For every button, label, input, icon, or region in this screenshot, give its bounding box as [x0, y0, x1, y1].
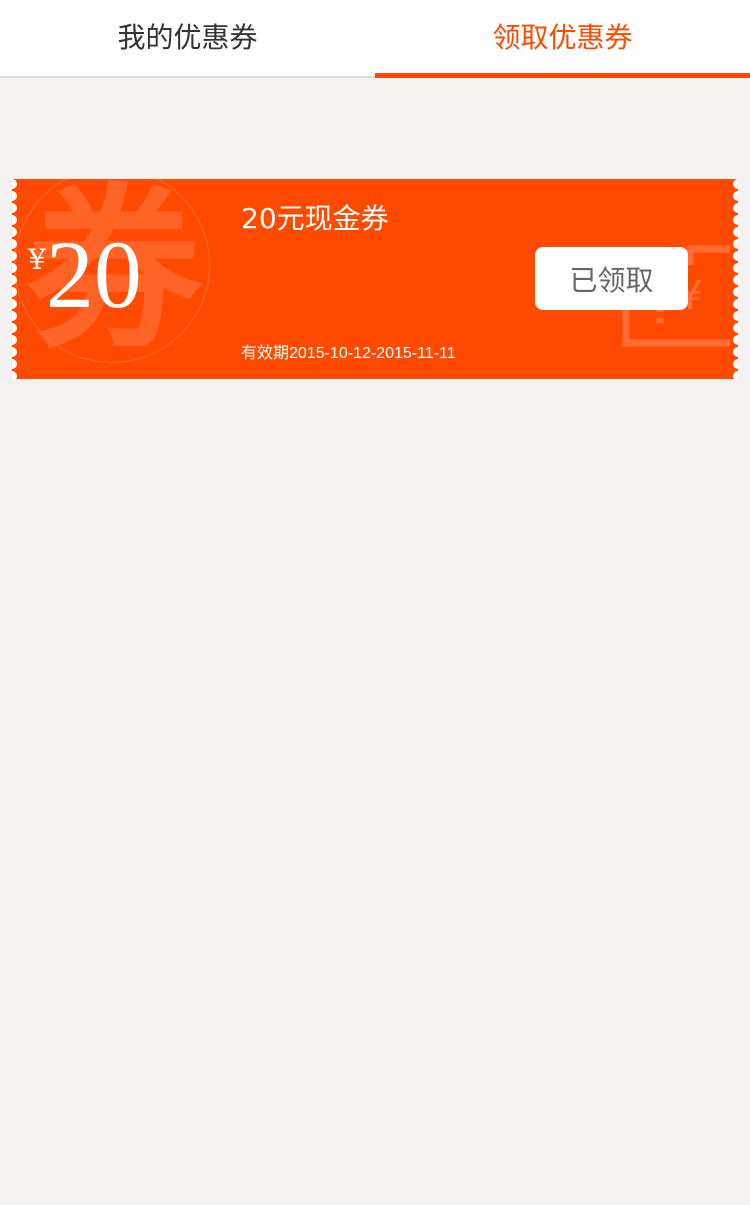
- currency-symbol: ¥: [28, 243, 46, 276]
- tab-my-coupons[interactable]: 我的优惠券: [0, 0, 375, 76]
- coupon-validity: 有效期2015-10-12-2015-11-11: [241, 345, 456, 362]
- coupon-right-serrated-edge: [733, 179, 738, 379]
- coupon-value: 20: [45, 221, 142, 328]
- tab-bar: 我的优惠券 领取优惠券: [0, 0, 750, 78]
- tab-get-coupons[interactable]: 领取优惠券: [375, 0, 750, 78]
- coupon-amount: ¥ 20: [28, 221, 142, 328]
- coupon-left-serrated-edge: [12, 179, 17, 379]
- coupon-title: 20元现金券: [241, 202, 389, 235]
- coupon-card: 券 ¥ ¥ 20 20元现金券 有效期2015-10-12-2015-11-11…: [12, 179, 738, 379]
- claimed-button[interactable]: 已领取: [535, 247, 688, 310]
